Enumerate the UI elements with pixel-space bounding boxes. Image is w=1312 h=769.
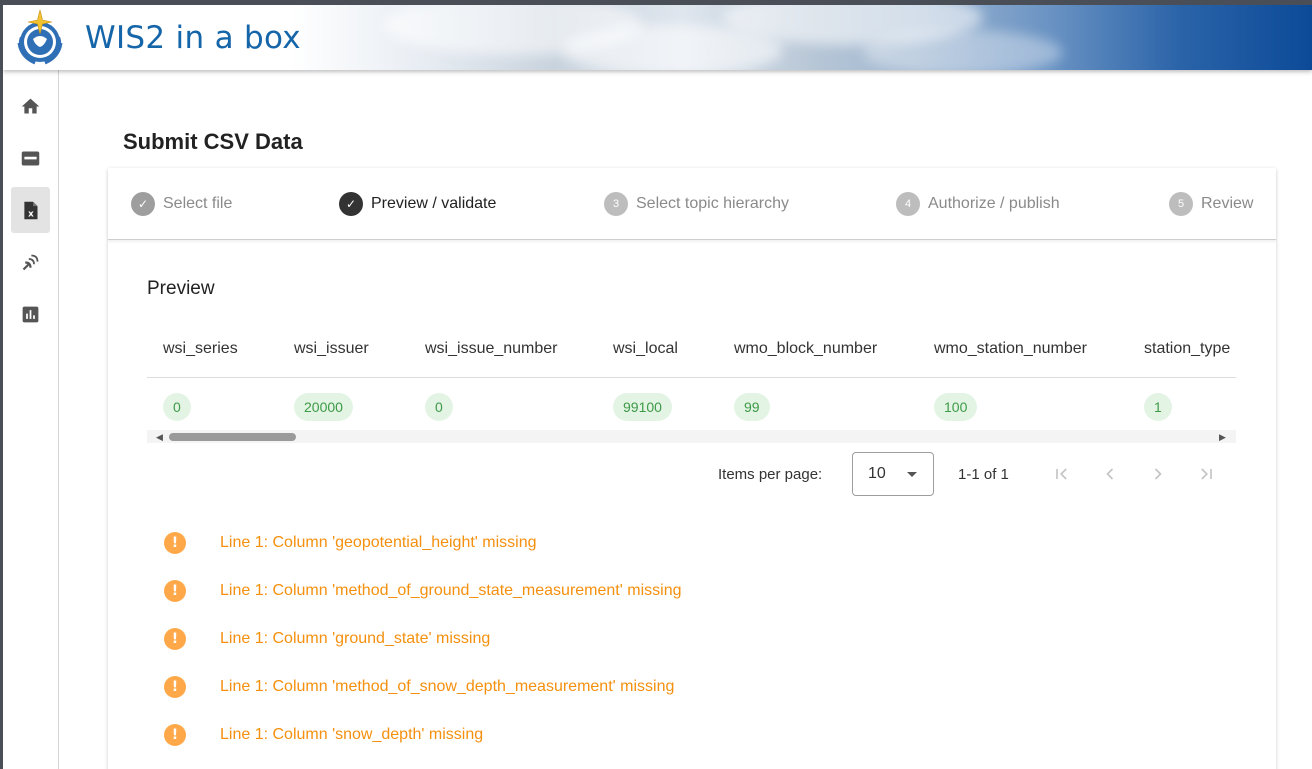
sidebar-item-monitoring[interactable] xyxy=(11,291,50,337)
preview-heading: Preview xyxy=(147,278,215,299)
error-message: Line 1: Column 'snow_depth' missing xyxy=(220,726,484,743)
list-item: ! Line 1: Column 'ground_state' missing xyxy=(164,626,490,652)
error-message: Line 1: Column 'ground_state' missing xyxy=(220,630,491,647)
step-preview-validate[interactable]: ✓ Preview / validate xyxy=(339,191,496,217)
sidebar-item-stations[interactable] xyxy=(11,239,50,285)
cell-chip: 99100 xyxy=(613,393,672,421)
next-page-button[interactable] xyxy=(1146,462,1170,486)
check-icon: ✓ xyxy=(131,192,155,216)
cell-chip: 20000 xyxy=(294,393,353,421)
list-item: ! Line 1: Column 'geopotential_height' m… xyxy=(164,530,537,556)
warning-icon: ! xyxy=(164,532,186,554)
check-icon: ✓ xyxy=(339,192,363,216)
step-number: 3 xyxy=(604,192,628,216)
step-authorize-publish[interactable]: 4 Authorize / publish xyxy=(896,191,1060,217)
error-message: Line 1: Column 'method_of_ground_state_m… xyxy=(220,582,682,599)
cell-chip: 99 xyxy=(734,393,770,421)
table-row: 0 20000 0 99100 99 100 1 xyxy=(147,378,1236,430)
cell-chip: 0 xyxy=(425,393,453,421)
warning-icon: ! xyxy=(164,676,186,698)
step-label: Authorize / publish xyxy=(928,195,1060,212)
cell-chip: 100 xyxy=(934,393,978,421)
page-size-select[interactable]: 10 xyxy=(852,452,934,496)
excel-file-icon: x xyxy=(24,201,38,219)
scroll-left-icon[interactable]: ◀ xyxy=(156,432,163,443)
chevron-down-icon xyxy=(907,472,917,477)
items-per-page-label: Items per page: xyxy=(718,466,823,483)
column-header[interactable]: wsi_issuer xyxy=(294,340,369,358)
list-item: ! Line 1: Column 'snow_depth' missing xyxy=(164,722,483,748)
sidebar-item-home[interactable] xyxy=(11,83,50,129)
stepper: ✓ Select file ✓ Preview / validate 3 Sel… xyxy=(108,168,1276,240)
card-icon xyxy=(21,151,40,165)
app-header: WIS2 in a box xyxy=(3,5,1312,70)
sidebar-item-dashboard[interactable] xyxy=(11,135,50,181)
step-label: Select topic hierarchy xyxy=(636,195,789,212)
column-header[interactable]: station_type xyxy=(1144,340,1230,358)
cell-chip: 0 xyxy=(163,393,191,421)
last-page-icon xyxy=(1201,468,1212,480)
step-number: 5 xyxy=(1169,192,1193,216)
previous-page-button[interactable] xyxy=(1098,462,1122,486)
chevron-left-icon xyxy=(1106,468,1114,480)
column-header[interactable]: wsi_issue_number xyxy=(425,340,558,358)
app-title: WIS2 in a box xyxy=(85,20,301,56)
bar-chart-icon xyxy=(22,306,39,322)
step-label: Select file xyxy=(163,195,233,212)
step-review[interactable]: 5 Review xyxy=(1169,191,1253,217)
table-header: wsi_series wsi_issuer wsi_issue_number w… xyxy=(147,323,1236,378)
step-label: Preview / validate xyxy=(371,195,497,212)
column-header[interactable]: wsi_series xyxy=(163,340,238,358)
step-number: 4 xyxy=(896,192,920,216)
step-label: Review xyxy=(1201,195,1254,212)
preview-table: wsi_series wsi_issuer wsi_issue_number w… xyxy=(147,323,1236,443)
horizontal-scrollbar[interactable]: ◀ ▶ xyxy=(147,430,1236,443)
column-header[interactable]: wsi_local xyxy=(613,340,678,358)
warning-icon: ! xyxy=(164,724,186,746)
app-window: WIS2 in a box x Submit CSV Data ✓ Select… xyxy=(3,5,1312,769)
error-message: Line 1: Column 'geopotential_height' mis… xyxy=(220,534,537,551)
wizard-card: ✓ Select file ✓ Preview / validate 3 Sel… xyxy=(108,168,1276,769)
page-size-value: 10 xyxy=(868,465,886,482)
paginator: Items per page: 10 1-1 of 1 xyxy=(708,452,1238,496)
first-page-icon xyxy=(1056,468,1067,480)
scrollbar-thumb[interactable] xyxy=(169,433,296,441)
list-item: ! Line 1: Column 'method_of_snow_depth_m… xyxy=(164,674,674,700)
home-icon xyxy=(21,98,40,113)
wmo-logo-icon[interactable] xyxy=(11,9,69,67)
column-header[interactable]: wmo_station_number xyxy=(934,340,1087,358)
step-select-topic-hierarchy[interactable]: 3 Select topic hierarchy xyxy=(604,191,789,217)
last-page-button[interactable] xyxy=(1194,462,1218,486)
chevron-right-icon xyxy=(1154,468,1162,480)
warning-icon: ! xyxy=(164,628,186,650)
list-item: ! Line 1: Column 'method_of_ground_state… xyxy=(164,578,681,604)
step-select-file[interactable]: ✓ Select file xyxy=(131,191,232,217)
error-message: Line 1: Column 'method_of_snow_depth_mea… xyxy=(220,678,675,695)
scroll-right-icon[interactable]: ▶ xyxy=(1219,432,1226,443)
satellite-dish-icon xyxy=(22,254,39,270)
cell-chip: 1 xyxy=(1144,393,1172,421)
first-page-button[interactable] xyxy=(1050,462,1074,486)
sidebar: x xyxy=(3,70,59,769)
svg-text:x: x xyxy=(28,209,34,219)
page-range-label: 1-1 of 1 xyxy=(958,466,1009,483)
warning-icon: ! xyxy=(164,580,186,602)
sidebar-item-csv-upload[interactable]: x xyxy=(11,187,50,233)
column-header[interactable]: wmo_block_number xyxy=(734,340,877,358)
page-title: Submit CSV Data xyxy=(123,129,303,154)
